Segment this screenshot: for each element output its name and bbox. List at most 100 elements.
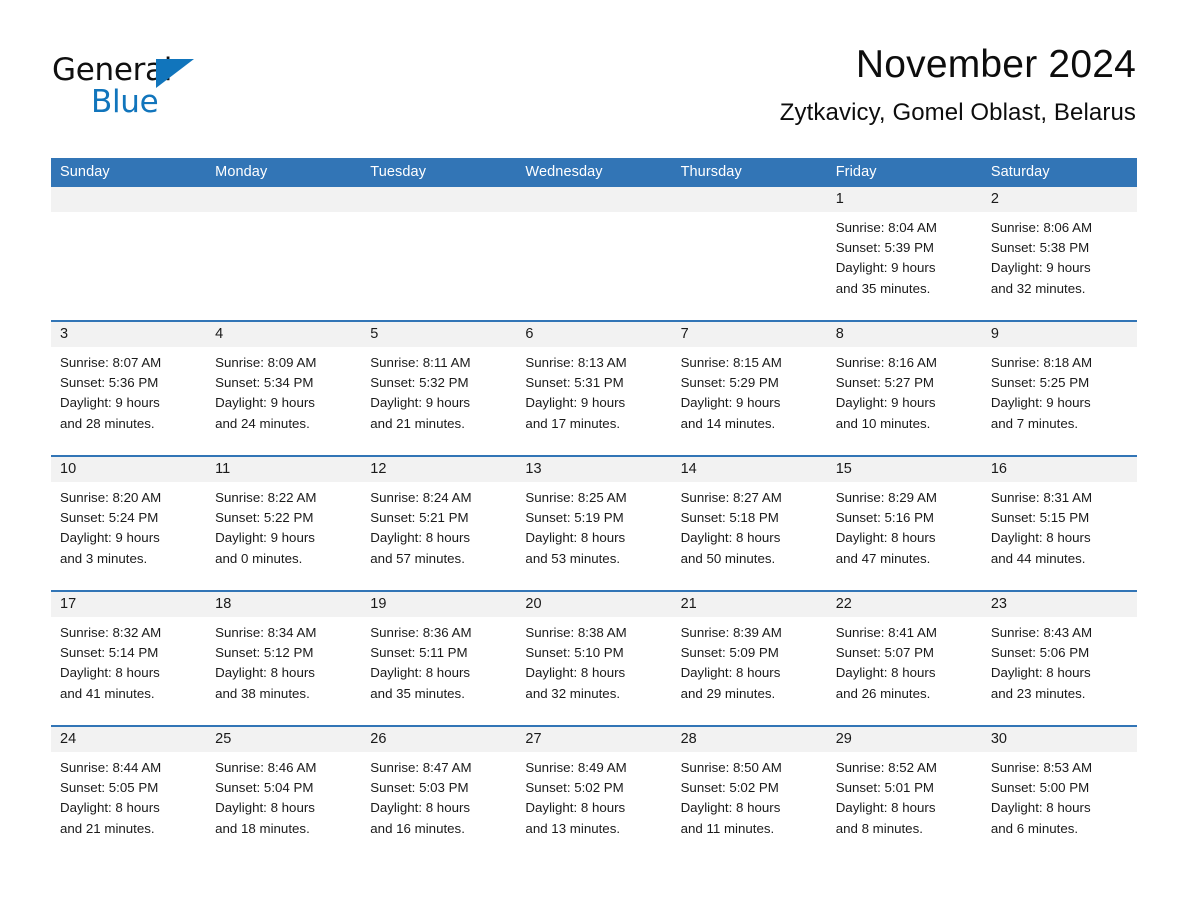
sun-times-details: Sunrise: 8:46 AM Sunset: 5:04 PM Dayligh…	[215, 760, 317, 836]
calendar-body: 1 Sunrise: 8:04 AM Sunset: 5:39 PM Daylig…	[51, 187, 1137, 860]
sun-times-details	[361, 212, 516, 218]
calendar-day-cell[interactable]: 17 Sunrise: 8:32 AM Sunset: 5:14 PM Dayli…	[51, 590, 207, 726]
calendar-day-cell[interactable]: 12 Sunrise: 8:24 AM Sunset: 5:21 PM Dayli…	[361, 455, 517, 591]
weekday-header-thursday: Thursday	[671, 158, 827, 187]
calendar-day-cell[interactable]: 16 Sunrise: 8:31 AM Sunset: 5:15 PM Dayli…	[981, 455, 1137, 591]
day-cell-content: 20 Sunrise: 8:38 AM Sunset: 5:10 PM Dayli…	[516, 592, 672, 725]
calendar-day-cell[interactable]: 22 Sunrise: 8:41 AM Sunset: 5:07 PM Dayli…	[826, 590, 982, 726]
calendar-day-cell[interactable]: 3 Sunrise: 8:07 AM Sunset: 5:36 PM Daylig…	[51, 320, 207, 456]
sun-times-details: Sunrise: 8:36 AM Sunset: 5:11 PM Dayligh…	[370, 625, 472, 701]
calendar-day-cell[interactable]: 4 Sunrise: 8:09 AM Sunset: 5:34 PM Daylig…	[206, 320, 362, 456]
calendar-day-cell[interactable]: 5 Sunrise: 8:11 AM Sunset: 5:32 PM Daylig…	[361, 320, 517, 456]
sun-times-details: Sunrise: 8:11 AM Sunset: 5:32 PM Dayligh…	[370, 355, 471, 431]
sun-times-details: Sunrise: 8:07 AM Sunset: 5:36 PM Dayligh…	[60, 355, 162, 431]
weekday-header-saturday: Saturday	[981, 158, 1137, 187]
day-number	[51, 187, 207, 212]
calendar-day-cell[interactable]: 2 Sunrise: 8:06 AM Sunset: 5:38 PM Daylig…	[981, 187, 1137, 321]
day-cell-content: 12 Sunrise: 8:24 AM Sunset: 5:21 PM Dayli…	[361, 457, 517, 590]
calendar-day-cell[interactable]: 19 Sunrise: 8:36 AM Sunset: 5:11 PM Dayli…	[361, 590, 517, 726]
day-number: 23	[981, 592, 1137, 617]
calendar-week-row: 3 Sunrise: 8:07 AM Sunset: 5:36 PM Daylig…	[51, 320, 1137, 456]
sun-times-details: Sunrise: 8:13 AM Sunset: 5:31 PM Dayligh…	[525, 355, 627, 431]
sun-times-details: Sunrise: 8:22 AM Sunset: 5:22 PM Dayligh…	[215, 490, 317, 566]
sun-times-details: Sunrise: 8:41 AM Sunset: 5:07 PM Dayligh…	[835, 625, 937, 701]
day-number: 12	[361, 457, 517, 482]
sun-times-details: Sunrise: 8:15 AM Sunset: 5:29 PM Dayligh…	[680, 355, 782, 431]
general-blue-logo: General Blue	[52, 52, 202, 132]
day-number: 18	[206, 592, 362, 617]
day-number: 16	[981, 457, 1137, 482]
day-number: 10	[51, 457, 207, 482]
day-number: 29	[826, 727, 982, 752]
sun-times-details: Sunrise: 8:39 AM Sunset: 5:09 PM Dayligh…	[680, 625, 782, 701]
day-cell-content: 2 Sunrise: 8:06 AM Sunset: 5:38 PM Daylig…	[981, 187, 1137, 320]
day-cell-content: 10 Sunrise: 8:20 AM Sunset: 5:24 PM Dayli…	[51, 457, 207, 590]
day-number: 11	[206, 457, 362, 482]
day-number: 3	[51, 322, 207, 347]
day-cell-content: 8 Sunrise: 8:16 AM Sunset: 5:27 PM Daylig…	[826, 322, 982, 455]
calendar-day-cell[interactable]: 18 Sunrise: 8:34 AM Sunset: 5:12 PM Dayli…	[206, 590, 362, 726]
calendar-day-cell[interactable]: 10 Sunrise: 8:20 AM Sunset: 5:24 PM Dayli…	[51, 455, 207, 591]
calendar-day-cell[interactable]: 9 Sunrise: 8:18 AM Sunset: 5:25 PM Daylig…	[981, 320, 1137, 456]
sun-times-details: Sunrise: 8:20 AM Sunset: 5:24 PM Dayligh…	[60, 490, 162, 566]
calendar-day-cell[interactable]: 14 Sunrise: 8:27 AM Sunset: 5:18 PM Dayli…	[671, 455, 827, 591]
calendar-day-cell[interactable]: 24 Sunrise: 8:44 AM Sunset: 5:05 PM Dayli…	[51, 725, 207, 860]
weekday-header-row: Sunday Monday Tuesday Wednesday Thursday…	[51, 158, 1137, 187]
day-cell-content: 26 Sunrise: 8:47 AM Sunset: 5:03 PM Dayli…	[361, 727, 517, 860]
day-number	[516, 187, 672, 212]
day-number: 24	[51, 727, 207, 752]
logo-word-general: General	[52, 52, 173, 88]
page-header: General Blue November 2024 Zytkavicy, Go…	[0, 40, 1188, 148]
calendar-day-cell[interactable]: 25 Sunrise: 8:46 AM Sunset: 5:04 PM Dayli…	[206, 725, 362, 860]
calendar-day-cell[interactable]: 6 Sunrise: 8:13 AM Sunset: 5:31 PM Daylig…	[516, 320, 672, 456]
logo-word-blue: Blue	[91, 84, 159, 120]
sun-times-details: Sunrise: 8:27 AM Sunset: 5:18 PM Dayligh…	[680, 490, 782, 566]
day-number: 22	[826, 592, 982, 617]
day-cell-content: 30 Sunrise: 8:53 AM Sunset: 5:00 PM Dayli…	[981, 727, 1137, 860]
calendar-day-cell[interactable]: 28 Sunrise: 8:50 AM Sunset: 5:02 PM Dayli…	[671, 725, 827, 860]
day-cell-content: 19 Sunrise: 8:36 AM Sunset: 5:11 PM Dayli…	[361, 592, 517, 725]
calendar-day-cell[interactable]: 13 Sunrise: 8:25 AM Sunset: 5:19 PM Dayli…	[516, 455, 672, 591]
day-number: 9	[981, 322, 1137, 347]
calendar-day-cell[interactable]: 7 Sunrise: 8:15 AM Sunset: 5:29 PM Daylig…	[671, 320, 827, 456]
day-cell-content: 5 Sunrise: 8:11 AM Sunset: 5:32 PM Daylig…	[361, 322, 517, 455]
sun-times-details: Sunrise: 8:06 AM Sunset: 5:38 PM Dayligh…	[990, 220, 1093, 296]
day-number	[671, 187, 827, 212]
calendar-day-cell[interactable]: 26 Sunrise: 8:47 AM Sunset: 5:03 PM Dayli…	[361, 725, 517, 860]
calendar-day-cell[interactable]: 8 Sunrise: 8:16 AM Sunset: 5:27 PM Daylig…	[826, 320, 982, 456]
day-number: 8	[826, 322, 982, 347]
day-cell-content: 7 Sunrise: 8:15 AM Sunset: 5:29 PM Daylig…	[671, 322, 827, 455]
day-cell-content: 3 Sunrise: 8:07 AM Sunset: 5:36 PM Daylig…	[51, 322, 207, 455]
day-cell-content	[206, 187, 362, 320]
calendar-day-cell[interactable]: 1 Sunrise: 8:04 AM Sunset: 5:39 PM Daylig…	[826, 187, 982, 321]
sun-times-details: Sunrise: 8:31 AM Sunset: 5:15 PM Dayligh…	[990, 490, 1093, 566]
calendar-day-cell[interactable]: 23 Sunrise: 8:43 AM Sunset: 5:06 PM Dayli…	[981, 590, 1137, 726]
day-number: 13	[516, 457, 672, 482]
day-cell-content: 24 Sunrise: 8:44 AM Sunset: 5:05 PM Dayli…	[51, 727, 207, 860]
day-cell-content: 21 Sunrise: 8:39 AM Sunset: 5:09 PM Dayli…	[671, 592, 827, 725]
sun-times-details: Sunrise: 8:38 AM Sunset: 5:10 PM Dayligh…	[525, 625, 627, 701]
day-cell-content: 29 Sunrise: 8:52 AM Sunset: 5:01 PM Dayli…	[826, 727, 982, 860]
calendar-day-cell[interactable]: 11 Sunrise: 8:22 AM Sunset: 5:22 PM Dayli…	[206, 455, 362, 591]
calendar-day-cell[interactable]: 30 Sunrise: 8:53 AM Sunset: 5:00 PM Dayli…	[981, 725, 1137, 860]
calendar-day-cell[interactable]: 21 Sunrise: 8:39 AM Sunset: 5:09 PM Dayli…	[671, 590, 827, 726]
calendar-day-cell[interactable]: 27 Sunrise: 8:49 AM Sunset: 5:02 PM Dayli…	[516, 725, 672, 860]
calendar-week-row: 1 Sunrise: 8:04 AM Sunset: 5:39 PM Daylig…	[51, 187, 1137, 321]
logo-triangle-icon	[156, 59, 194, 88]
sun-times-details: Sunrise: 8:53 AM Sunset: 5:00 PM Dayligh…	[990, 760, 1093, 836]
sun-times-details	[206, 212, 361, 218]
calendar-day-cell	[516, 187, 672, 321]
day-cell-content: 11 Sunrise: 8:22 AM Sunset: 5:22 PM Dayli…	[206, 457, 362, 590]
calendar-day-cell[interactable]: 20 Sunrise: 8:38 AM Sunset: 5:10 PM Dayli…	[516, 590, 672, 726]
weekday-header-friday: Friday	[826, 158, 982, 187]
calendar-day-cell[interactable]: 15 Sunrise: 8:29 AM Sunset: 5:16 PM Dayli…	[826, 455, 982, 591]
page-title: November 2024	[855, 43, 1136, 86]
calendar-day-cell[interactable]: 29 Sunrise: 8:52 AM Sunset: 5:01 PM Dayli…	[826, 725, 982, 860]
calendar-day-cell	[51, 187, 207, 321]
calendar-week-row: 24 Sunrise: 8:44 AM Sunset: 5:05 PM Dayli…	[51, 725, 1137, 860]
day-cell-content: 16 Sunrise: 8:31 AM Sunset: 5:15 PM Dayli…	[981, 457, 1137, 590]
calendar-day-cell	[206, 187, 362, 321]
day-number: 4	[206, 322, 362, 347]
day-number: 21	[671, 592, 827, 617]
day-number: 19	[361, 592, 517, 617]
